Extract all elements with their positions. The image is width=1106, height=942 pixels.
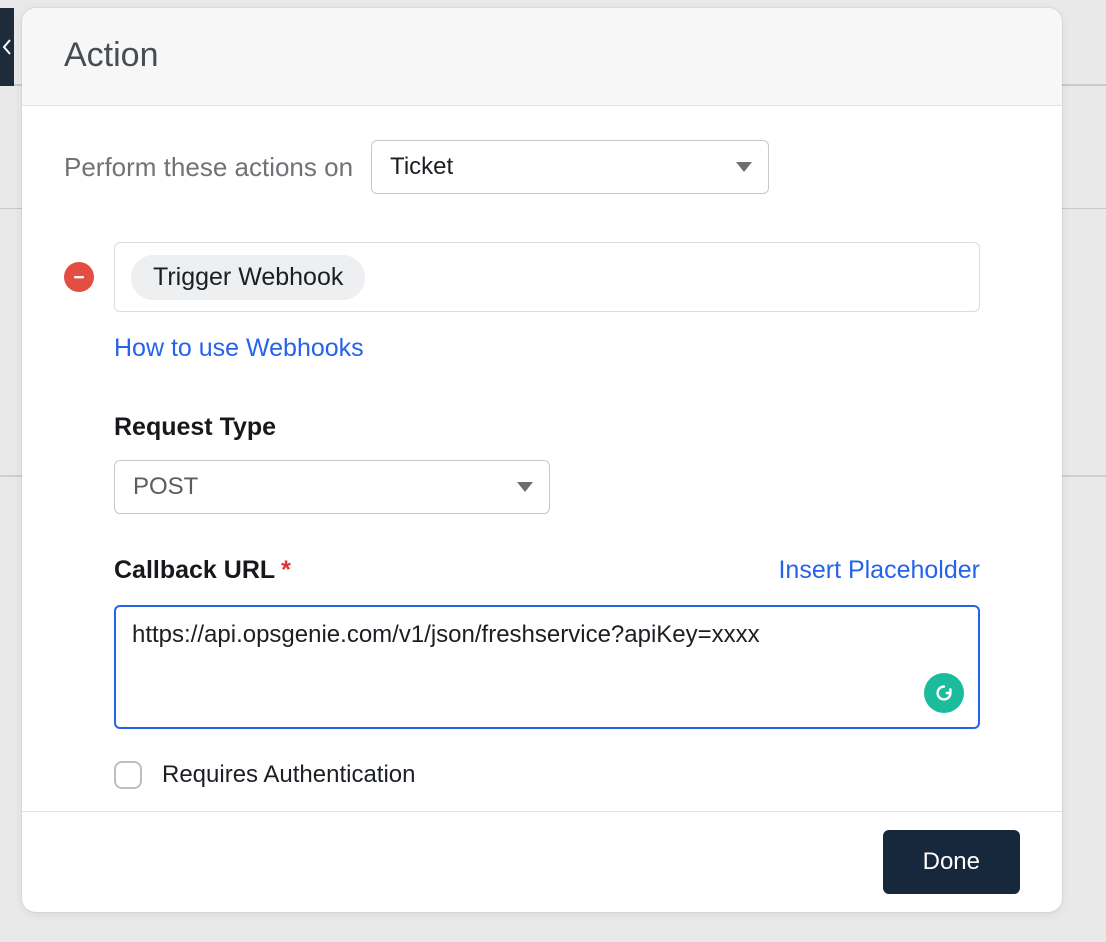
- action-type-box[interactable]: Trigger Webhook: [114, 242, 980, 312]
- action-type-chip: Trigger Webhook: [131, 255, 365, 300]
- insert-placeholder-link[interactable]: Insert Placeholder: [778, 556, 980, 585]
- action-dialog: Action Perform these actions on Ticket T…: [22, 8, 1062, 912]
- remove-action-button[interactable]: [64, 262, 94, 292]
- caret-down-icon: [517, 482, 533, 492]
- required-asterisk: *: [281, 556, 291, 584]
- request-type-value: POST: [133, 473, 198, 501]
- perform-target-value: Ticket: [390, 153, 453, 181]
- caret-down-icon: [736, 162, 752, 172]
- callback-url-input[interactable]: https://api.opsgenie.com/v1/json/freshse…: [132, 621, 962, 713]
- perform-actions-label: Perform these actions on: [64, 152, 353, 183]
- grammarly-badge[interactable]: [924, 673, 964, 713]
- webhooks-help-link[interactable]: How to use Webhooks: [114, 334, 364, 362]
- request-type-select[interactable]: POST: [114, 460, 550, 514]
- callback-url-label: Callback URL*: [114, 556, 291, 585]
- grammarly-icon: [933, 682, 955, 704]
- requires-auth-label: Requires Authentication: [162, 761, 416, 789]
- perform-target-select[interactable]: Ticket: [371, 140, 769, 194]
- done-button[interactable]: Done: [883, 830, 1020, 894]
- callback-url-input-wrap: https://api.opsgenie.com/v1/json/freshse…: [114, 605, 980, 729]
- chevron-left-icon: [2, 39, 12, 55]
- back-tab[interactable]: [0, 8, 14, 86]
- dialog-header: Action: [22, 8, 1062, 106]
- dialog-title: Action: [64, 36, 1020, 75]
- minus-icon: [71, 269, 87, 285]
- requires-auth-checkbox[interactable]: [114, 761, 142, 789]
- request-type-label: Request Type: [114, 413, 980, 442]
- dialog-body: Perform these actions on Ticket Trigger …: [22, 106, 1062, 811]
- dialog-footer: Done: [22, 811, 1062, 912]
